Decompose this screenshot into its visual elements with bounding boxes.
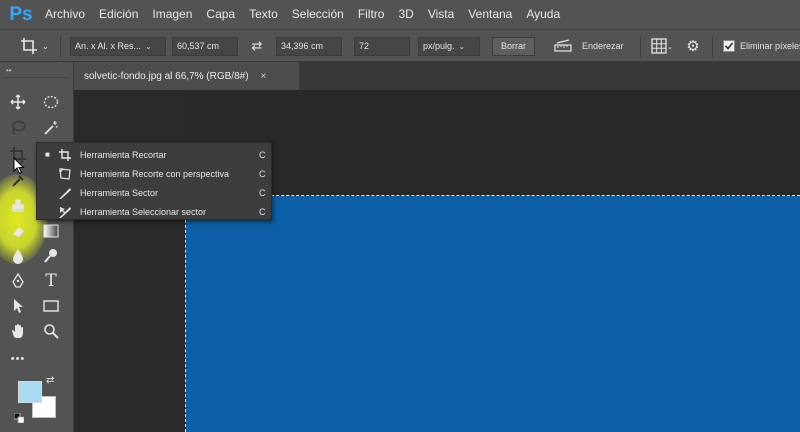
- options-divider: [640, 36, 641, 57]
- chevron-down-icon: ⌄: [145, 42, 152, 51]
- perspective-crop-icon: [57, 166, 73, 182]
- flyout-item-label: Herramienta Recortar: [80, 149, 167, 160]
- crop-tool-preset-icon[interactable]: [18, 35, 40, 57]
- flyout-item-label: Herramienta Seleccionar sector: [80, 206, 207, 217]
- menu-ventana[interactable]: Ventana: [461, 0, 519, 29]
- crop-tools-flyout: ■ Herramienta Recortar C Herramienta Rec…: [36, 142, 272, 220]
- flyout-item-label: Herramienta Sector: [80, 187, 159, 198]
- width-field[interactable]: 60,537 cm: [172, 37, 238, 56]
- grid-chevron-icon[interactable]: ⌄: [667, 44, 673, 52]
- clear-button[interactable]: Borrar: [492, 37, 536, 56]
- pen-tool-icon[interactable]: [7, 270, 29, 292]
- type-tool-icon[interactable]: T: [40, 270, 62, 292]
- menu-ayuda[interactable]: Ayuda: [519, 0, 567, 29]
- straighten-label[interactable]: Enderezar: [582, 37, 624, 56]
- menu-imagen[interactable]: Imagen: [145, 0, 199, 29]
- options-bar: ⌄ An. x Al. x Res... ⌄ 60,537 cm ⇄ 34,396…: [0, 29, 800, 62]
- foreground-color-swatch[interactable]: [18, 381, 42, 403]
- document-tab[interactable]: solvetic-fondo.jpg al 66,7% (RGB/8#) ×: [74, 62, 299, 90]
- path-selection-icon[interactable]: [7, 295, 29, 317]
- menu-bar: Ps Archivo Edición Imagen Capa Texto Sel…: [0, 0, 800, 29]
- toolbar-collapse-grip[interactable]: ••: [6, 66, 12, 75]
- gear-icon[interactable]: ⚙: [682, 35, 704, 57]
- crop-icon: [57, 147, 73, 163]
- menu-texto[interactable]: Texto: [242, 0, 285, 29]
- swap-dimensions-icon[interactable]: ⇄: [246, 35, 268, 57]
- stamp-tool-icon[interactable]: [7, 195, 29, 217]
- lasso-tool-icon[interactable]: [7, 117, 29, 139]
- crop-marquee-top: [186, 195, 800, 196]
- menu-filtro[interactable]: Filtro: [351, 0, 392, 29]
- document-tab-bar: solvetic-fondo.jpg al 66,7% (RGB/8#) ×: [74, 62, 800, 90]
- flyout-item-crop[interactable]: ■ Herramienta Recortar C: [37, 145, 271, 164]
- flyout-item-shortcut: C: [259, 168, 266, 179]
- options-divider: [712, 36, 713, 57]
- delete-cropped-label[interactable]: Eliminar píxeles: [740, 37, 800, 56]
- document-tab-title: solvetic-fondo.jpg al 66,7% (RGB/8#): [84, 70, 249, 82]
- flyout-item-shortcut: C: [259, 149, 266, 160]
- menu-3d[interactable]: 3D: [391, 0, 420, 29]
- mouse-cursor-icon: [13, 156, 25, 175]
- straighten-icon[interactable]: [552, 35, 574, 57]
- document-image[interactable]: [186, 196, 800, 432]
- flyout-item-shortcut: C: [259, 206, 266, 217]
- crop-marquee-left: [185, 195, 186, 432]
- photoshop-logo: Ps: [9, 3, 33, 25]
- hand-tool-icon[interactable]: [7, 320, 29, 342]
- ratio-select-value: An. x Al. x Res...: [75, 41, 142, 51]
- delete-cropped-checkbox[interactable]: [718, 35, 740, 57]
- elliptical-marquee-icon[interactable]: [40, 91, 62, 113]
- resolution-unit-value: px/pulg.: [423, 41, 455, 51]
- ratio-select[interactable]: An. x Al. x Res... ⌄: [70, 37, 166, 56]
- options-divider: [60, 36, 61, 57]
- height-field[interactable]: 34,396 cm: [276, 37, 342, 56]
- gradient-tool-icon[interactable]: [40, 220, 62, 242]
- zoom-tool-icon[interactable]: [40, 320, 62, 342]
- flyout-item-perspective-crop[interactable]: Herramienta Recorte con perspectiva C: [37, 164, 271, 183]
- eraser-tool-icon[interactable]: [7, 220, 29, 242]
- flyout-item-shortcut: C: [259, 187, 266, 198]
- menu-vista[interactable]: Vista: [421, 0, 461, 29]
- toolbar-divider: [5, 77, 67, 78]
- menu-seleccion[interactable]: Selección: [285, 0, 351, 29]
- preset-chevron-icon[interactable]: ⌄: [42, 37, 49, 56]
- resolution-unit-select[interactable]: px/pulg. ⌄: [418, 37, 480, 56]
- more-tools-icon[interactable]: •••: [7, 348, 29, 370]
- flyout-item-slice[interactable]: Herramienta Sector C: [37, 183, 271, 202]
- flyout-item-slice-select[interactable]: Herramienta Seleccionar sector C: [37, 202, 271, 221]
- move-tool-icon[interactable]: [7, 91, 29, 113]
- flyout-item-label: Herramienta Recorte con perspectiva: [80, 168, 230, 179]
- active-tool-bullet: ■: [45, 150, 50, 159]
- resolution-field[interactable]: 72: [354, 37, 410, 56]
- menu-capa[interactable]: Capa: [199, 0, 242, 29]
- menu-edicion[interactable]: Edición: [92, 0, 145, 29]
- slice-icon: [57, 185, 73, 201]
- slice-select-icon: [57, 204, 73, 220]
- chevron-down-icon: ⌄: [458, 42, 466, 51]
- rectangle-tool-icon[interactable]: [40, 295, 62, 317]
- blur-tool-icon[interactable]: [7, 245, 29, 267]
- default-colors-icon[interactable]: [13, 410, 25, 424]
- menu-archivo[interactable]: Archivo: [38, 0, 92, 29]
- tools-panel: •• T ••• ⇄: [0, 62, 74, 432]
- dodge-tool-icon[interactable]: [40, 245, 62, 267]
- swap-colors-icon[interactable]: ⇄: [46, 375, 54, 386]
- magic-wand-icon[interactable]: [40, 117, 62, 139]
- close-icon[interactable]: ×: [261, 71, 267, 82]
